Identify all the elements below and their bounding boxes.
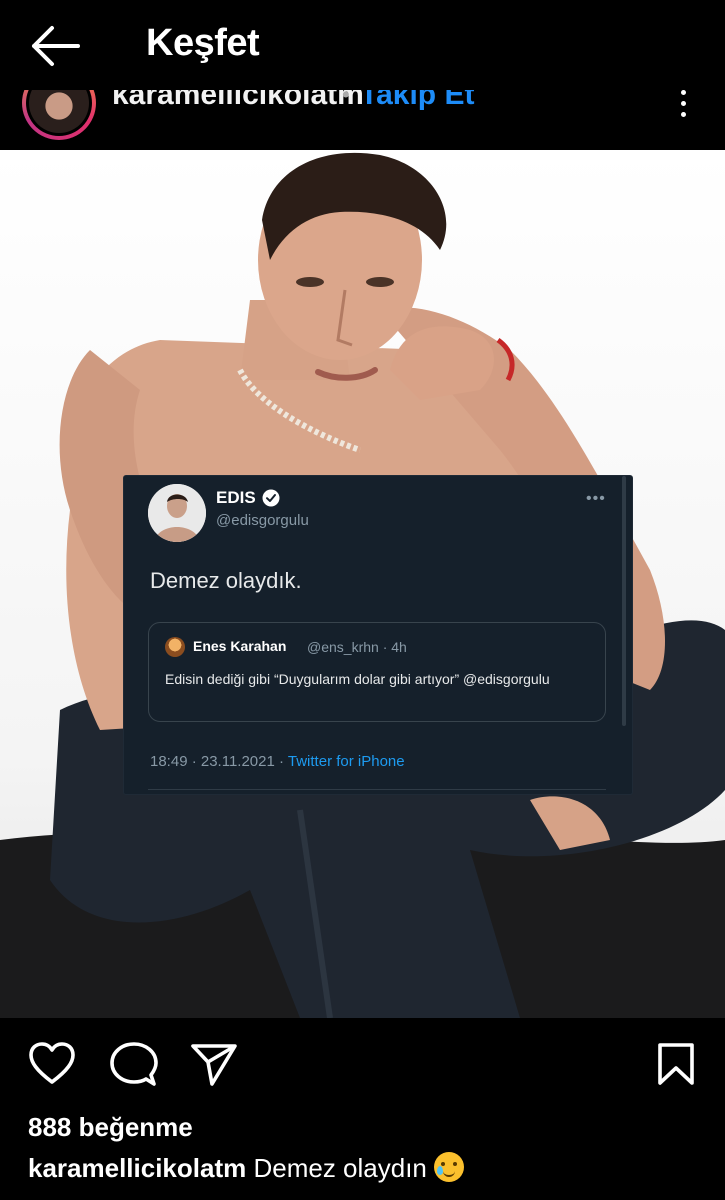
- quoted-author-avatar: [165, 637, 185, 657]
- share-icon[interactable]: [190, 1042, 238, 1086]
- tweet-meta: 18:49 · 23.11.2021 · Twitter for iPhone: [150, 753, 405, 770]
- crying-smile-emoji-icon: [434, 1152, 465, 1182]
- heart-icon[interactable]: [28, 1042, 76, 1086]
- author-avatar[interactable]: [22, 90, 96, 140]
- tweet-author-name[interactable]: EDIS: [216, 488, 256, 508]
- quoted-tweet[interactable]: Enes Karahan @ens_krhn · 4h Edisin dediğ…: [148, 622, 606, 722]
- quoted-author-meta: @ens_krhn · 4h: [307, 639, 407, 655]
- tweet-divider: [148, 789, 606, 790]
- page-title: Keşfet: [146, 22, 260, 64]
- follow-button[interactable]: Takip Et: [360, 90, 474, 112]
- tweet-author-avatar[interactable]: [148, 484, 206, 542]
- action-bar: [0, 1018, 725, 1108]
- tweet-author-handle[interactable]: @edisgorgulu: [216, 512, 309, 529]
- more-options-icon[interactable]: [670, 90, 696, 120]
- tweet-timestamp: 18:49 · 23.11.2021 ·: [150, 753, 288, 770]
- post-caption: karamellicikolatm Demez olaydın: [28, 1152, 465, 1184]
- tweet-scrollbar: [622, 476, 626, 726]
- quoted-author-name: Enes Karahan: [193, 638, 287, 654]
- tweet-text: Demez olaydık.: [150, 568, 302, 593]
- bookmark-icon[interactable]: [656, 1042, 696, 1086]
- quoted-tweet-text: Edisin dediği gibi “Duygularım dolar gib…: [165, 671, 550, 687]
- post-image[interactable]: EDIS @edisgorgulu ••• Demez olaydık. Ene…: [0, 150, 725, 1018]
- caption-username[interactable]: karamellicikolatm: [28, 1153, 246, 1183]
- tweet-source-link[interactable]: Twitter for iPhone: [288, 753, 405, 770]
- like-count[interactable]: 888 beğenme: [28, 1112, 193, 1143]
- separator-dot: •: [342, 90, 350, 107]
- comment-icon[interactable]: [110, 1042, 158, 1088]
- author-username[interactable]: karamellicikolatm: [112, 90, 364, 112]
- verified-badge-icon: [262, 489, 280, 507]
- caption-text: Demez olaydın: [253, 1153, 427, 1183]
- top-bar: Keşfet: [0, 0, 725, 90]
- tweet-card: EDIS @edisgorgulu ••• Demez olaydık. Ene…: [124, 476, 632, 794]
- back-arrow-icon[interactable]: [30, 24, 82, 68]
- post-author-row: karamellicikolatm • Takip Et: [0, 90, 725, 150]
- tweet-more-icon[interactable]: •••: [586, 490, 606, 508]
